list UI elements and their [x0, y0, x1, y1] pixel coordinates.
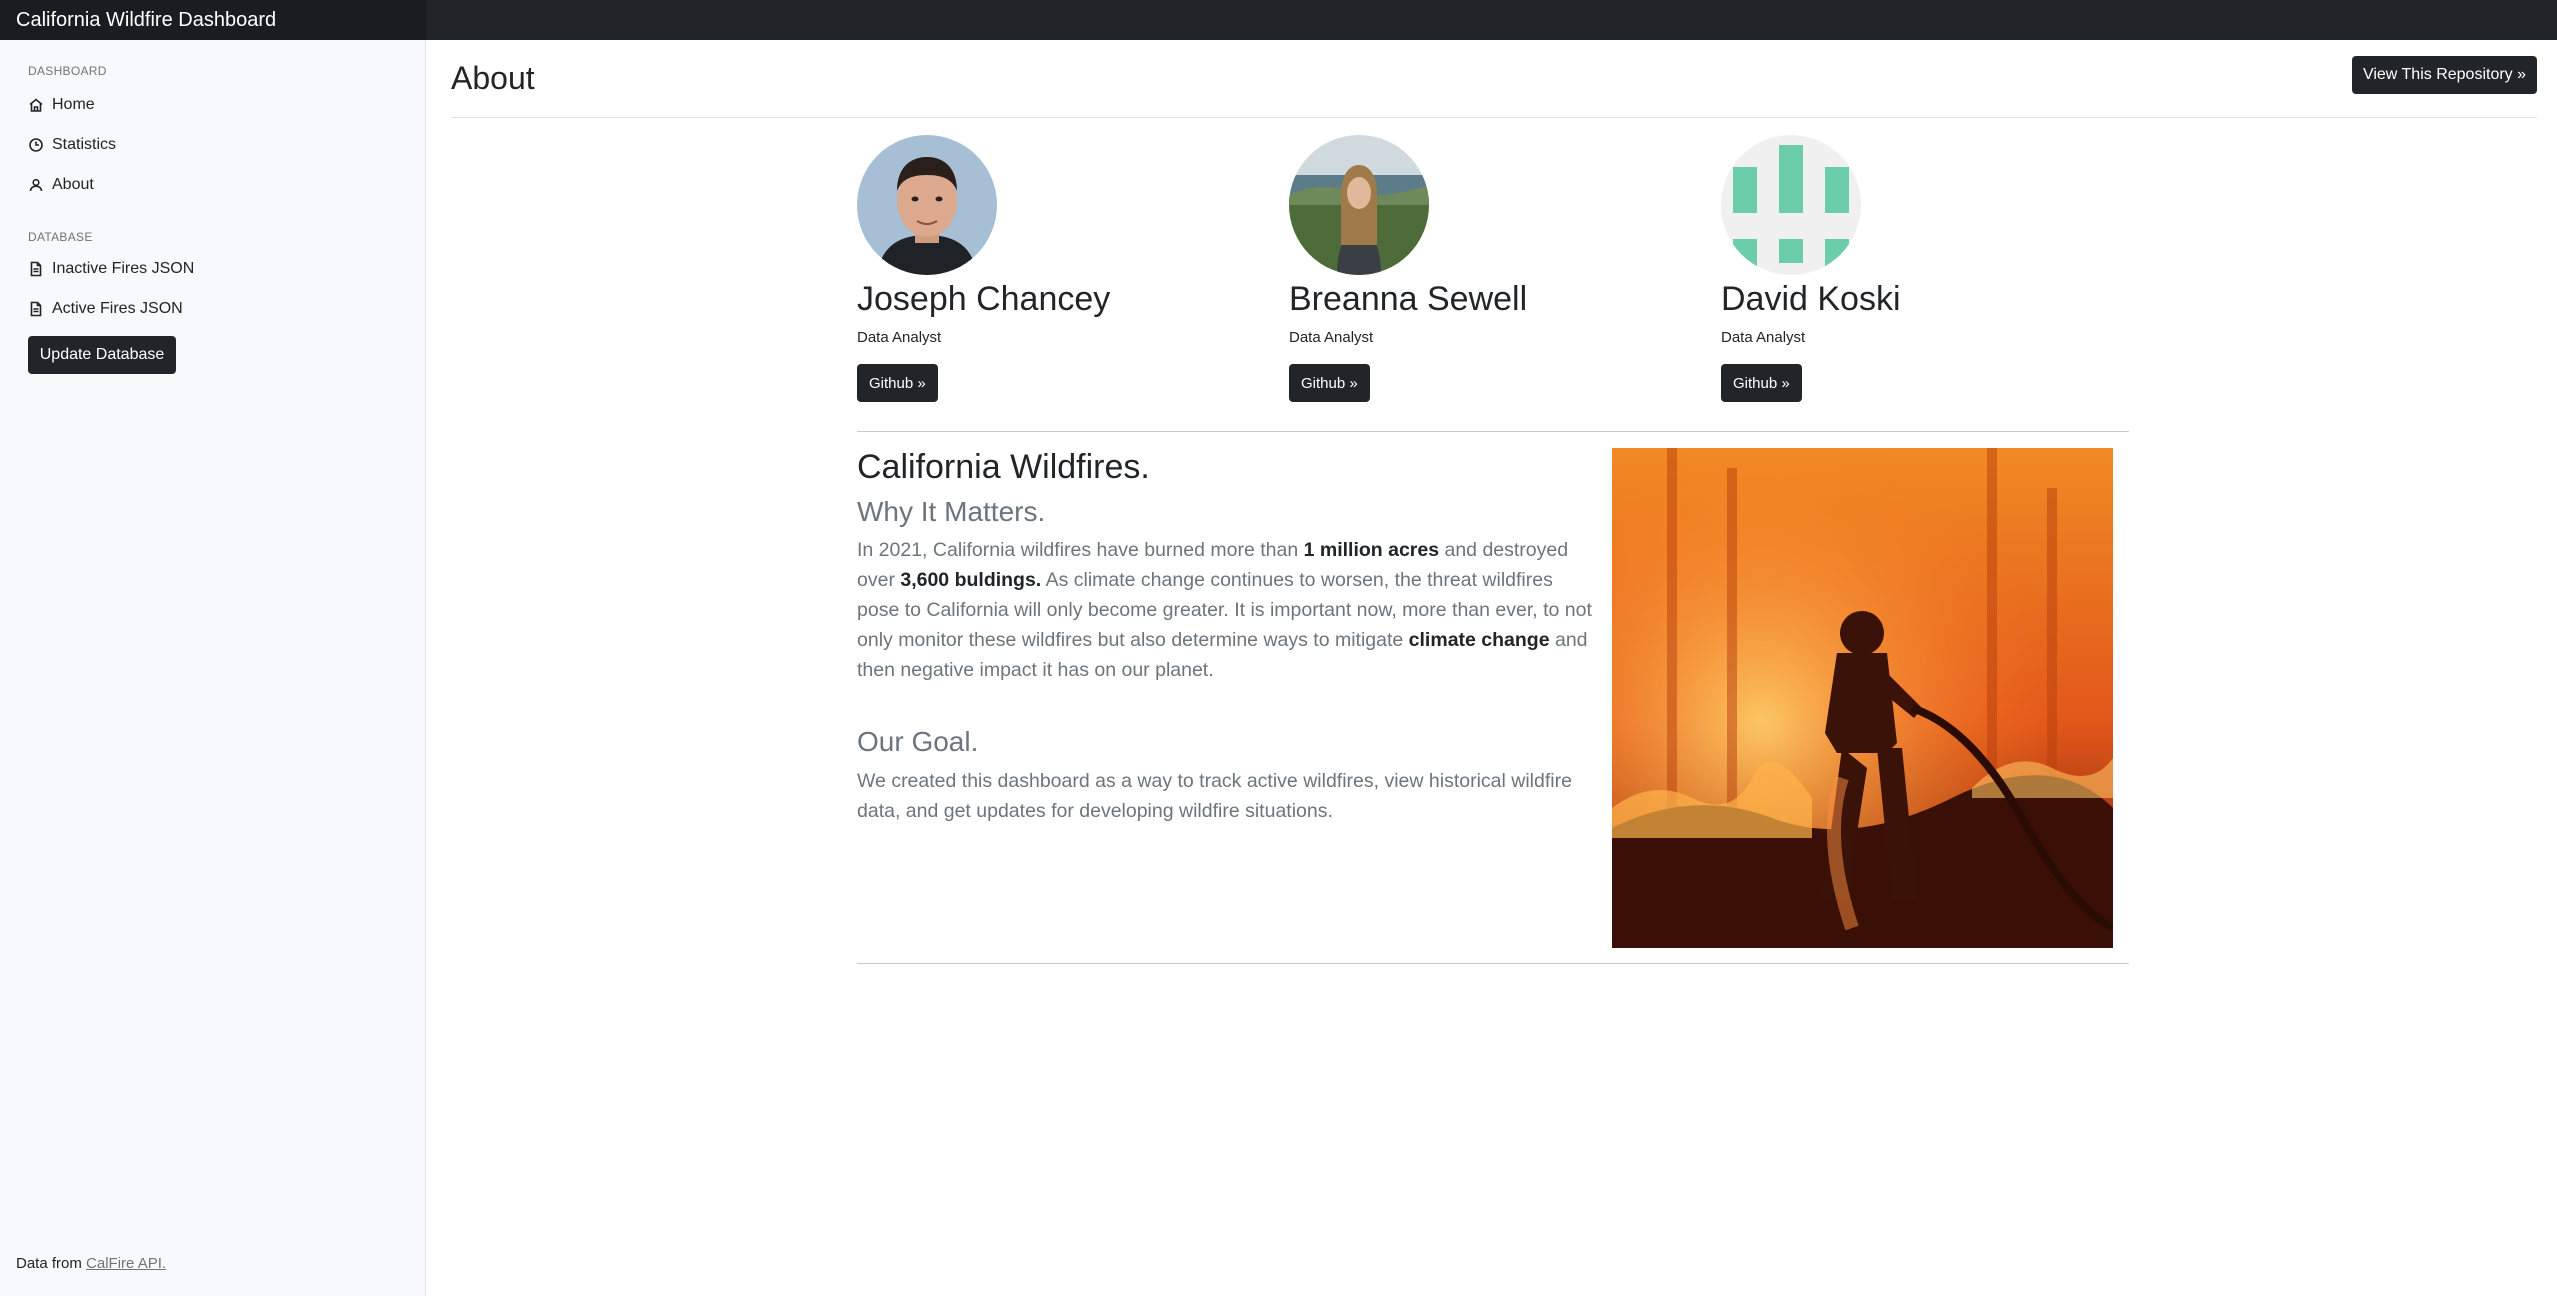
file-icon — [30, 301, 42, 317]
member-name: Joseph Chancey — [857, 280, 1111, 318]
github-button[interactable]: Github » — [1721, 364, 1802, 402]
our-goal-heading: Our Goal. — [857, 726, 979, 757]
our-goal-text: We created this dashboard as a way to tr… — [857, 770, 1572, 822]
team-member-card: David Koski Data Analyst Github » — [1721, 135, 2021, 402]
why-it-matters-heading: Why It Matters. — [857, 496, 1046, 527]
avatar — [857, 135, 997, 275]
github-button[interactable]: Github » — [857, 364, 938, 402]
home-icon — [29, 98, 43, 112]
sidebar: DASHBOARD Home Statistics About DATABASE… — [0, 40, 426, 1296]
top-navbar: California Wildfire Dashboard — [0, 0, 2557, 40]
sidebar-item-label: Active Fires JSON — [52, 300, 183, 317]
avatar — [1721, 135, 1861, 275]
sidebar-heading-dashboard: DASHBOARD — [28, 64, 107, 78]
user-icon — [29, 178, 43, 192]
sidebar-item-inactive-fires-json[interactable]: Inactive Fires JSON — [28, 260, 194, 278]
why-it-matters-text: In 2021, California wildfires have burne… — [857, 539, 1592, 681]
sidebar-heading-database: DATABASE — [28, 230, 93, 244]
sidebar-item-home[interactable]: Home — [28, 96, 95, 114]
member-role: Data Analyst — [1289, 329, 1374, 346]
app-title[interactable]: California Wildfire Dashboard — [0, 0, 426, 40]
sidebar-item-label: Home — [52, 96, 95, 113]
file-icon — [30, 261, 42, 277]
github-button[interactable]: Github » — [1289, 364, 1370, 402]
team-member-card: Joseph Chancey Data Analyst Github » — [857, 135, 1157, 402]
avatar — [1289, 135, 1429, 275]
member-role: Data Analyst — [1721, 329, 1806, 346]
data-source-footer: Data from CalFire API. — [16, 1255, 166, 1272]
section-title: California Wildfires. — [857, 448, 1150, 486]
firefighter-image — [1612, 448, 2113, 948]
view-repository-button[interactable]: View This Repository » — [2352, 56, 2537, 94]
team-member-card: Breanna Sewell Data Analyst Github » — [1289, 135, 1589, 402]
member-name: Breanna Sewell — [1289, 280, 1528, 318]
clock-icon — [29, 138, 43, 152]
sidebar-item-label: Inactive Fires JSON — [52, 260, 195, 277]
sidebar-item-active-fires-json[interactable]: Active Fires JSON — [28, 300, 183, 318]
sidebar-item-label: Statistics — [52, 136, 117, 153]
divider — [451, 117, 2537, 118]
divider — [857, 963, 2129, 964]
sidebar-item-about[interactable]: About — [28, 176, 94, 194]
page-title: About — [451, 60, 535, 96]
member-name: David Koski — [1721, 280, 1901, 318]
footer-text: Data from — [16, 1255, 82, 1272]
member-role: Data Analyst — [857, 329, 942, 346]
update-database-button[interactable]: Update Database — [28, 336, 176, 374]
sidebar-item-label: About — [52, 176, 94, 193]
calfire-api-link[interactable]: CalFire API. — [86, 1255, 166, 1272]
sidebar-item-statistics[interactable]: Statistics — [28, 136, 116, 154]
divider — [857, 431, 2129, 432]
